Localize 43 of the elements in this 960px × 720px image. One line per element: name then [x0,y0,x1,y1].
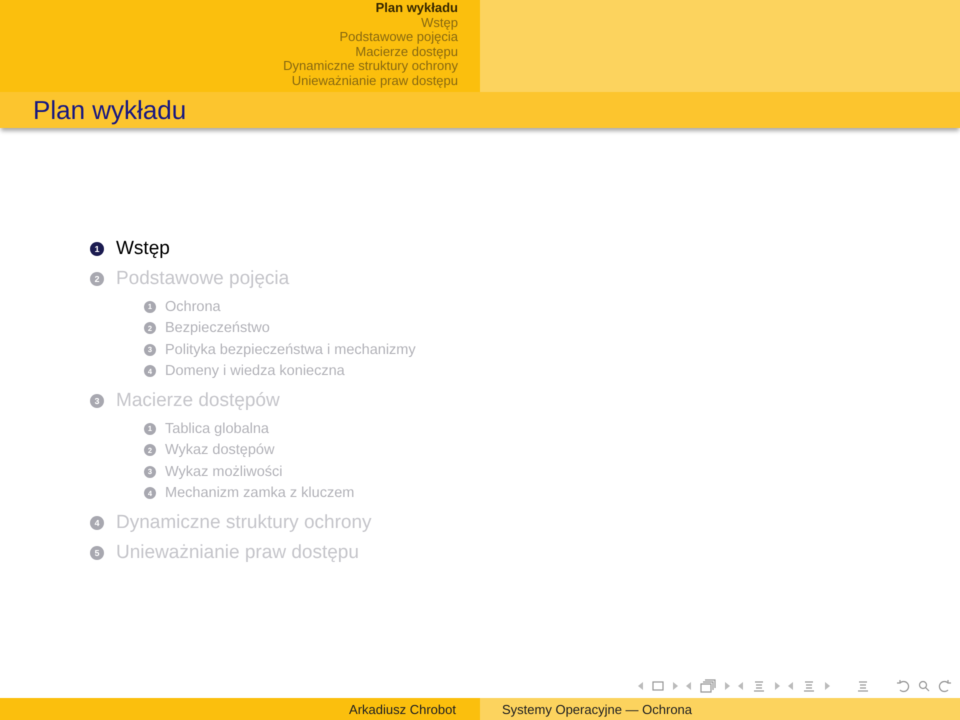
left-arrow-icon[interactable] [686,682,692,690]
frame-title: Plan wykładu [33,94,186,126]
number-bullet: 5 [90,546,104,560]
subsection-title: Ochrona [165,298,221,315]
nav-link[interactable]: Plan wykładu [376,1,458,16]
redo-icon[interactable] [938,679,952,693]
subsection-title: Bezpieczeństwo [165,320,270,336]
right-arrow-icon[interactable] [724,682,730,690]
subsection-title: Polityka bezpieczeństwa i mechanizmy [165,342,416,358]
section-title: Podstawowe pojęcia [116,268,290,290]
author-name: Arkadiusz Chrobot [349,702,456,716]
section-title: Macierze dostępów [116,390,280,412]
subsection-title: Wykaz dostępów [165,442,274,458]
nav-link[interactable]: Wstęp [421,16,458,30]
section-title: Dynamiczne struktury ochrony [116,512,372,534]
section-title: Wstęp [116,238,170,260]
subsection-title: Wykaz możliwości [165,464,282,480]
left-arrow-icon[interactable] [788,682,794,690]
number-bullet: 2 [90,272,104,286]
subsection-icon[interactable] [752,679,766,693]
right-arrow-icon[interactable] [774,682,780,690]
number-bullet: 4 [90,516,104,530]
subsection-title: Domeny i wiedza konieczna [165,363,345,380]
section-title: Unieważnianie praw dostępu [116,542,359,564]
subsection-title: Tablica globalna [165,420,269,437]
document-icon[interactable] [856,679,870,693]
right-arrow-icon[interactable] [824,682,830,690]
number-bullet: 1 [90,242,104,256]
nav-link[interactable]: Dynamiczne struktury ochrony [283,59,458,74]
right-arrow-icon[interactable] [672,682,678,690]
section-icon[interactable] [802,679,816,693]
nav-link[interactable]: Unieważnianie praw dostępu [292,74,458,88]
left-arrow-icon[interactable] [738,682,744,690]
nav-link[interactable]: Macierze dostępu [355,44,458,59]
frame-icon[interactable] [652,681,664,691]
stacked-frames-icon[interactable] [700,679,716,693]
left-arrow-icon[interactable] [638,682,644,690]
presentation-title: Systemy Operacyjne — Ochrona [502,702,692,716]
number-bullet: 3 [90,394,104,408]
nav-link[interactable]: Podstawowe pojęcia [339,30,458,44]
subsection-title: Mechanizm zamka z kluczem [165,485,354,502]
undo-icon[interactable] [896,679,910,693]
search-icon[interactable] [918,680,930,692]
